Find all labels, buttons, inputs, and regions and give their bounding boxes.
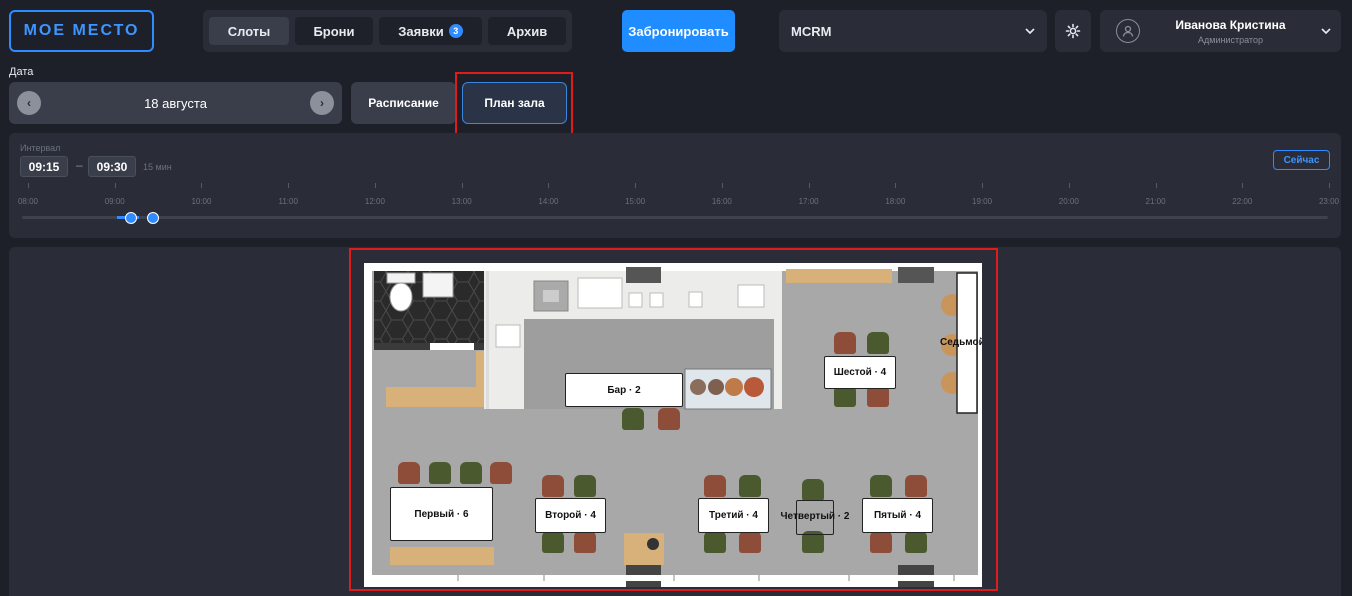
timeline-tick: [548, 183, 550, 188]
interval-duration: 15 мин: [143, 162, 172, 172]
highlight-box: [455, 72, 573, 137]
timeline-tick: [895, 183, 897, 188]
date-picker: ‹ 18 августа ›: [9, 82, 342, 124]
timeline-tick: [201, 183, 203, 188]
timeline-tick-label: 16:00: [711, 197, 732, 206]
tab-requests[interactable]: Заявки 3: [379, 17, 482, 45]
timeline-tick: [28, 183, 29, 188]
org-select[interactable]: MCRM: [779, 10, 1047, 52]
timeline-tick: [808, 183, 810, 188]
now-button[interactable]: Сейчас: [1273, 150, 1330, 170]
avatar: [1116, 19, 1140, 43]
end-handle[interactable]: [147, 212, 159, 224]
date-label: Дата: [9, 66, 34, 78]
schedule-view-button[interactable]: Расписание: [351, 82, 456, 124]
main-tabs: Слоты Брони Заявки 3 Архив: [203, 10, 572, 52]
timeline-tick-label: 18:00: [885, 197, 906, 206]
timeline-tick: [982, 183, 984, 188]
end-time[interactable]: 09:30: [88, 156, 136, 177]
timeline-tick: [1242, 183, 1244, 188]
start-handle[interactable]: [125, 212, 137, 224]
timeline-tick: [635, 183, 637, 188]
timeline-tick: [721, 183, 723, 188]
timeline-tick-label: 22:00: [1232, 197, 1253, 206]
user-menu[interactable]: Иванова Кристина Администратор: [1100, 10, 1341, 52]
start-time[interactable]: 09:15: [20, 156, 68, 177]
tab-label: Заявки: [398, 23, 444, 39]
timeline-tick-label: 17:00: [798, 197, 819, 206]
tab-slots[interactable]: Слоты: [209, 17, 289, 45]
interval-label: Интервал: [20, 143, 61, 153]
timeline-tick-label: 10:00: [191, 197, 212, 206]
chevron-down-icon: [1321, 28, 1331, 34]
timeline-tick-label: 20:00: [1058, 197, 1079, 206]
user-role: Администратор: [1198, 34, 1263, 45]
timeline-ticks: 08:00 09:00 10:00 11:00 12:00 13:00 14:00 15:00…: [18, 183, 1339, 208]
tab-label: Брони: [313, 23, 355, 39]
tab-label: Архив: [506, 23, 548, 39]
org-name: MCRM: [791, 23, 832, 39]
book-button[interactable]: Забронировать: [622, 10, 735, 52]
tab-bookings[interactable]: Брони: [295, 17, 373, 45]
user-info: Иванова Кристина Администратор: [1140, 18, 1321, 45]
timeline-tick: [374, 183, 376, 188]
user-name: Иванова Кристина: [1175, 17, 1286, 32]
date-value[interactable]: 18 августа: [144, 96, 207, 111]
tab-archive[interactable]: Архив: [488, 17, 566, 45]
chevron-down-icon: [1025, 28, 1035, 34]
timeline-tick-label: 23:00: [1318, 197, 1340, 206]
timeline-tick-label: 09:00: [104, 197, 125, 206]
timeline-tick-label: 11:00: [278, 197, 298, 206]
tab-label: Слоты: [227, 23, 271, 39]
timeline-tick: [1155, 183, 1157, 188]
timeline-tick-label: 13:00: [451, 197, 472, 206]
timeline-tick-label: 08:00: [17, 197, 39, 206]
prev-date-button[interactable]: ‹: [17, 91, 41, 115]
highlight-box: [349, 248, 998, 591]
gear-icon: [1065, 23, 1081, 39]
timeline-tick: [114, 183, 116, 188]
timeline-tick-label: 15:00: [625, 197, 646, 206]
timeline-tick: [461, 183, 463, 188]
timeline-tick-label: 12:00: [364, 197, 385, 206]
requests-badge: 3: [448, 24, 463, 38]
user-icon: [1122, 25, 1134, 37]
timeline-tick-label: 14:00: [538, 197, 559, 206]
timeline-track[interactable]: [22, 216, 1328, 219]
timeline-tick: [1068, 183, 1070, 188]
timeline-tick-label: 21:00: [1145, 197, 1166, 206]
interval-panel: Интервал 09:15 – 09:30 15 мин Сейчас 08:…: [9, 133, 1341, 238]
app-logo[interactable]: МОЕ МЕСТО: [9, 10, 154, 52]
next-date-button[interactable]: ›: [310, 91, 334, 115]
timeline-tick-label: 19:00: [972, 197, 993, 206]
timeline-tick: [1329, 183, 1330, 188]
time-separator: –: [76, 158, 83, 172]
settings-button[interactable]: [1055, 10, 1091, 52]
timeline-tick: [288, 183, 290, 188]
